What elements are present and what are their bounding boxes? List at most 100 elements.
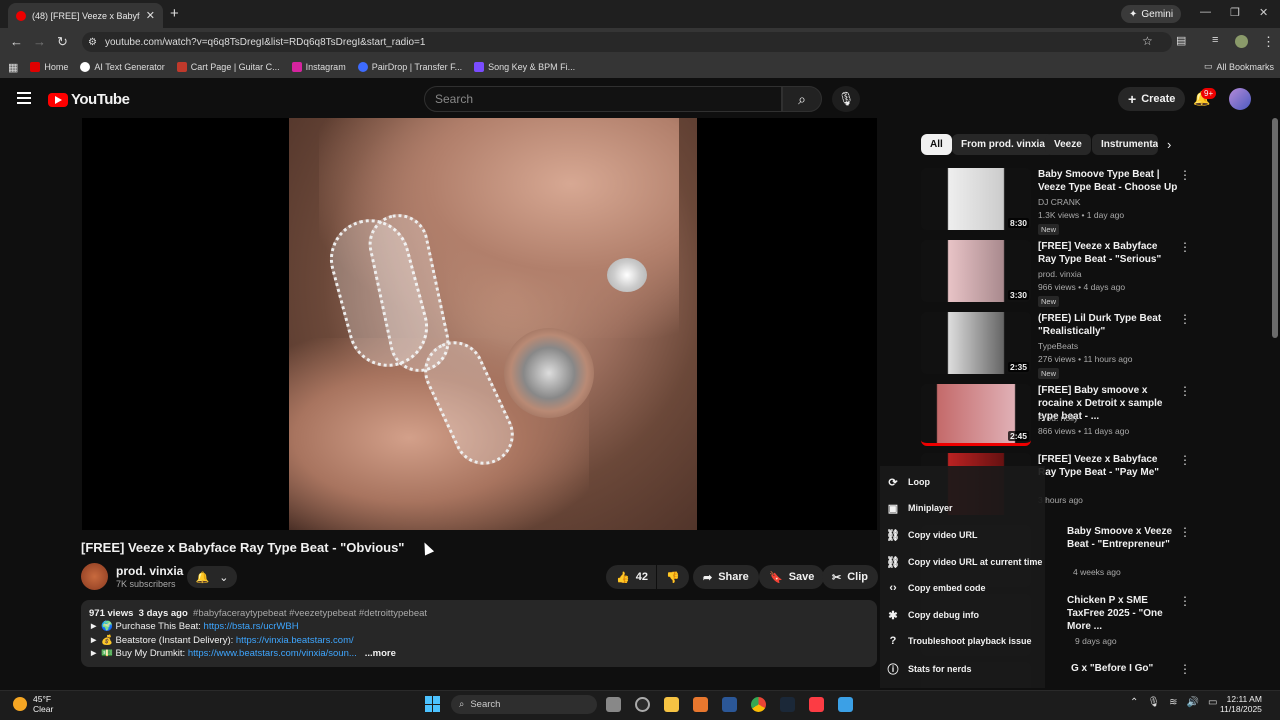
recommendation-title[interactable]: [FREE] Veeze x Babyface Ray Type Beat - … — [1038, 453, 1178, 479]
voice-search-button[interactable]: 🎙 — [832, 86, 860, 112]
chevron-right-icon[interactable]: › — [1167, 137, 1171, 152]
like-button[interactable]: 👍 42 — [606, 565, 656, 589]
bookmark-instagram[interactable]: Instagram — [291, 62, 346, 72]
recommendation-title[interactable]: Baby Smoove x Veeze Beat - "Entrepreneur… — [1067, 525, 1179, 551]
scrollbar-thumb[interactable] — [1272, 118, 1278, 338]
account-avatar[interactable] — [1229, 88, 1251, 110]
recommendation-item[interactable]: 8:30 Baby Smoove Type Beat | Veeze Type … — [921, 168, 1196, 235]
menu-item-miniplayer[interactable]: ▣ Miniplayer — [886, 498, 953, 518]
description-link[interactable]: https://vinxia.beatstars.com/ — [236, 635, 354, 646]
video-thumbnail[interactable]: 2:45 — [921, 384, 1031, 446]
menu-item-troubleshoot[interactable]: ? Troubleshoot playback issue — [886, 631, 1032, 651]
video-thumbnail[interactable]: 8:30 — [921, 168, 1031, 230]
save-button[interactable]: 🔖 Save — [759, 565, 825, 589]
video-player[interactable] — [82, 118, 877, 530]
new-tab-button[interactable]: + — [170, 5, 179, 22]
address-bar[interactable]: ⚙ youtube.com/watch?v=q6q8TsDregI&list=R… — [82, 32, 1172, 52]
recommendation-title[interactable]: Baby Smoove Type Beat | Veeze Type Beat … — [1038, 168, 1178, 194]
menu-item-debug[interactable]: ✱ Copy debug info — [886, 605, 979, 625]
weather-widget[interactable]: 45°F Clear — [13, 694, 53, 714]
search-input[interactable]: Search — [424, 86, 782, 112]
chip-veeze[interactable]: Veeze — [1045, 134, 1091, 155]
photos-icon[interactable] — [838, 697, 853, 712]
hamburger-menu-icon[interactable] — [17, 92, 31, 104]
forward-icon[interactable]: → — [33, 34, 46, 49]
share-button[interactable]: ➦ Share — [693, 565, 759, 589]
bookmark-pairdrop[interactable]: PairDrop | Transfer F... — [357, 62, 462, 72]
video-thumbnail[interactable]: 2:35 — [921, 312, 1031, 374]
more-vert-icon[interactable]: ⋮ — [1179, 312, 1191, 326]
description-link[interactable]: https://www.beatstars.com/vinxia/soun... — [188, 648, 357, 659]
apps-icon[interactable]: ▦ — [8, 61, 18, 74]
create-button[interactable]: + Create — [1118, 87, 1186, 111]
menu-item-stats[interactable]: ⓘ Stats for nerds — [886, 659, 972, 679]
bookmark-songkey[interactable]: Song Key & BPM Fi... — [474, 62, 575, 72]
extensions-icon[interactable]: ▤ — [1176, 34, 1186, 47]
start-windows-icon[interactable] — [425, 696, 441, 712]
browser-tab[interactable]: (48) [FREE] Veeze x Babyface Ray Type Be… — [8, 3, 163, 28]
channel-avatar[interactable] — [81, 563, 108, 590]
more-vert-icon[interactable]: ⋮ — [1179, 594, 1191, 608]
recommendation-title[interactable]: (FREE) Lil Durk Type Beat "Realistically… — [1038, 312, 1178, 338]
bookmark-home[interactable]: Home — [30, 62, 68, 72]
steam-icon[interactable] — [780, 697, 795, 712]
chevron-up-icon[interactable]: ⌃ — [1130, 697, 1138, 708]
word-icon[interactable] — [722, 697, 737, 712]
gemini-button[interactable]: ✦ Gemini — [1121, 5, 1182, 23]
microphone-icon[interactable]: 🎙 — [1147, 697, 1160, 708]
more-vert-icon[interactable]: ⋮ — [1179, 168, 1191, 182]
wifi-icon[interactable]: ≋ — [1169, 697, 1177, 708]
minimize-icon[interactable]: — — [1200, 6, 1211, 18]
copilot-icon[interactable] — [635, 697, 650, 712]
taskbar-clock[interactable]: 12:11 AM 11/18/2025 — [1220, 694, 1262, 714]
recommendation-channel[interactable]: prod. vinxia — [1038, 269, 1081, 279]
taskbar-search[interactable]: ⌕ Search — [451, 695, 597, 714]
more-vert-icon[interactable]: ⋮ — [1179, 525, 1191, 539]
chrome-icon[interactable] — [751, 697, 766, 712]
description-link[interactable]: https://bsta.rs/ucrWBH — [204, 621, 299, 632]
volume-icon[interactable]: 🔊 — [1186, 697, 1198, 708]
site-info-icon[interactable]: ⚙ — [88, 37, 97, 48]
app-icon[interactable] — [693, 697, 708, 712]
menu-item-loop[interactable]: ⟳ Loop — [886, 472, 930, 492]
chip-all[interactable]: All — [921, 134, 952, 155]
menu-item-copy-url-time[interactable]: ⛓ Copy video URL at current time — [886, 552, 1042, 572]
chip-instrumental[interactable]: Instrumenta — [1092, 134, 1158, 155]
channel-name[interactable]: prod. vinxia — [116, 564, 183, 578]
search-button[interactable]: ⌕ — [782, 86, 822, 112]
recommendation-item[interactable]: 3:30 [FREE] Veeze x Babyface Ray Type Be… — [921, 240, 1196, 307]
maximize-icon[interactable]: ❐ — [1230, 6, 1240, 19]
reload-icon[interactable]: ↻ — [57, 34, 68, 50]
recommendation-item[interactable]: 2:35 (FREE) Lil Durk Type Beat "Realisti… — [921, 312, 1196, 379]
recommendation-channel[interactable]: TypeBeats — [1038, 341, 1078, 351]
bookmark-cart[interactable]: Cart Page | Guitar C... — [176, 62, 280, 72]
description-box[interactable]: 971 views 3 days ago #babyfaceraytypebea… — [81, 600, 877, 667]
recommendation-title[interactable]: Chicken P x SME TaxFree 2025 - "One More… — [1067, 594, 1179, 633]
menu-item-copy-url[interactable]: ⛓ Copy video URL — [886, 525, 978, 545]
bookmark-star-icon[interactable]: ☆ — [1142, 34, 1153, 48]
recommendation-channel[interactable]: DJ CRANK — [1038, 197, 1081, 207]
music-icon[interactable] — [809, 697, 824, 712]
more-menu-icon[interactable]: ⋮ — [1262, 34, 1275, 50]
dislike-button[interactable]: 👎 — [657, 565, 689, 589]
media-icon[interactable]: ≡ — [1212, 34, 1218, 46]
more-vert-icon[interactable]: ⋮ — [1179, 384, 1191, 398]
recommendation-item[interactable]: 2:45 [FREE] Baby smoove x rocaine x Detr… — [921, 384, 1196, 450]
tab-close-icon[interactable]: ✕ — [146, 9, 155, 22]
youtube-logo[interactable]: YouTube — [48, 91, 130, 108]
profile-avatar[interactable] — [1235, 35, 1248, 48]
video-thumbnail[interactable]: 3:30 — [921, 240, 1031, 302]
recommendation-title[interactable]: G x "Before I Go" — [1071, 662, 1181, 675]
back-icon[interactable]: ← — [10, 34, 23, 49]
hashtags[interactable]: #babyfaceraytypebeat #veezetypebeat #det… — [193, 608, 427, 619]
clip-button[interactable]: ✂ Clip — [822, 565, 878, 589]
show-more-link[interactable]: ...more — [365, 648, 396, 659]
chip-from-channel[interactable]: From prod. vinxia — [952, 134, 1054, 155]
task-view-icon[interactable] — [606, 697, 621, 712]
more-vert-icon[interactable]: ⋮ — [1179, 240, 1191, 254]
more-vert-icon[interactable]: ⋮ — [1179, 662, 1191, 676]
menu-item-embed[interactable]: ‹› Copy embed code — [886, 578, 985, 598]
bookmark-ai-text[interactable]: AI Text Generator — [80, 62, 165, 72]
subscribed-button[interactable]: 🔔 ⌄ — [187, 566, 237, 588]
battery-icon[interactable]: ▭ — [1208, 697, 1217, 708]
